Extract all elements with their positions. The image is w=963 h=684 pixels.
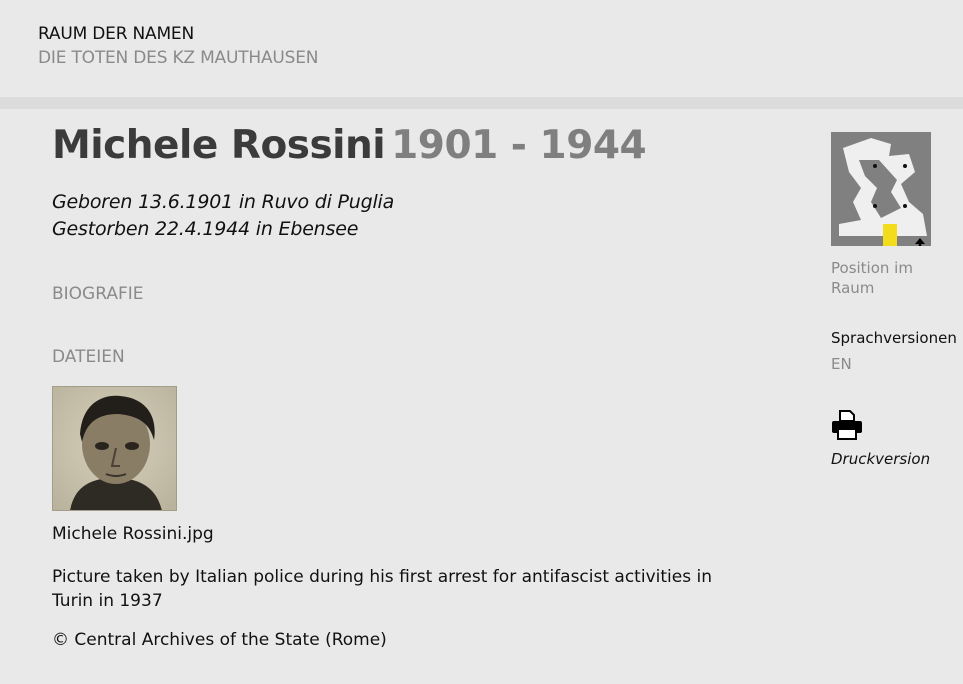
site-title[interactable]: RAUM DER NAMEN — [38, 24, 194, 44]
print-version-link[interactable]: Druckversion — [831, 450, 930, 468]
files-section-heading[interactable]: DATEIEN — [52, 347, 125, 367]
room-map-icon[interactable] — [831, 132, 931, 246]
language-link-en[interactable]: EN — [831, 355, 852, 373]
biography-section-toggle[interactable]: BIOGRAFIE — [52, 284, 144, 304]
birth-info: Geboren 13.6.1901 in Ruvo di Puglia — [52, 191, 395, 213]
position-in-room-label: Position im Raum — [831, 259, 913, 297]
person-heading: Michele Rossini 1901 - 1944 — [52, 123, 647, 168]
printer-icon[interactable] — [831, 409, 863, 441]
person-years: 1901 - 1944 — [391, 123, 647, 168]
file-credit: © Central Archives of the State (Rome) — [52, 630, 387, 650]
site-subtitle[interactable]: DIE TOTEN DES KZ MAUTHAUSEN — [38, 48, 319, 68]
person-name: Michele Rossini — [52, 123, 386, 168]
portrait-photo[interactable] — [52, 386, 177, 511]
death-info: Gestorben 22.4.1944 in Ebensee — [52, 218, 359, 240]
language-versions-heading: Sprachversionen — [831, 329, 957, 347]
file-name[interactable]: Michele Rossini.jpg — [52, 524, 214, 544]
site-header: RAUM DER NAMEN DIE TOTEN DES KZ MAUTHAUS… — [0, 0, 963, 97]
header-divider — [0, 97, 963, 109]
file-caption: Picture taken by Italian police during h… — [52, 567, 712, 611]
